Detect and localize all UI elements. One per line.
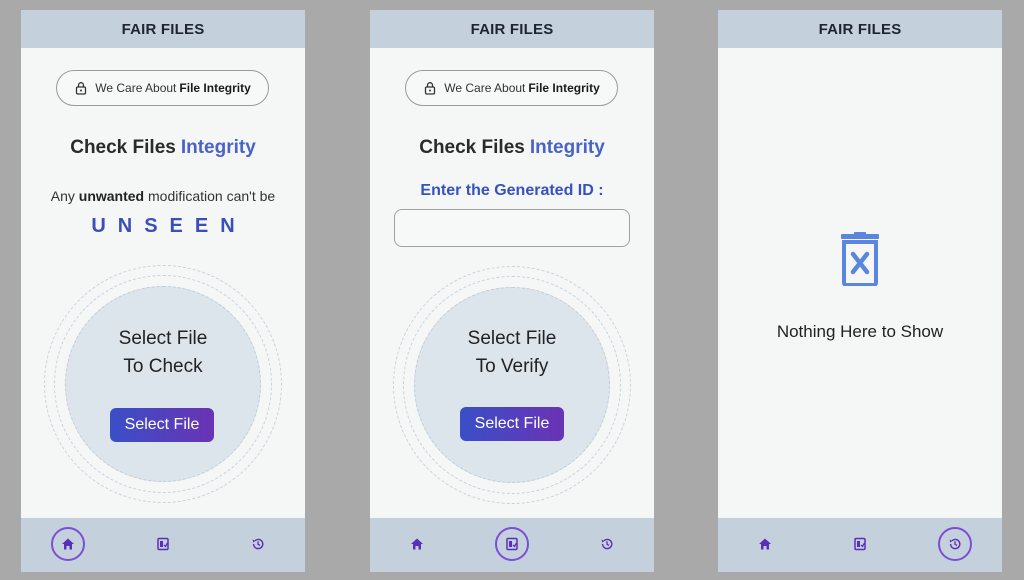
- bottom-nav: [370, 518, 654, 572]
- page-title: Check Files Integrity: [21, 137, 305, 159]
- app-bar: FAIR FILES: [718, 10, 1002, 48]
- home-icon: [62, 538, 74, 550]
- circle-title-line1: Select File: [467, 328, 557, 349]
- unseen-text: UNSEEN: [91, 215, 247, 237]
- page-title-accent: Integrity: [180, 137, 256, 158]
- nav-verify[interactable]: [146, 527, 180, 561]
- check-screen: FAIR FILES We Care About File Integrity …: [21, 10, 305, 572]
- history-icon: [601, 538, 613, 550]
- history-icon: [949, 538, 961, 550]
- nav-verify[interactable]: [495, 527, 529, 561]
- badge-bold: File Integrity: [528, 81, 600, 95]
- modification-text: Any unwanted modification can't be: [21, 188, 305, 204]
- lock-icon: [425, 82, 436, 95]
- nav-history[interactable]: [938, 527, 972, 561]
- page-title-main: Check Files: [419, 137, 525, 158]
- integrity-badge: We Care About File Integrity: [56, 70, 269, 106]
- nav-history[interactable]: [590, 527, 624, 561]
- home-icon: [759, 538, 771, 550]
- history-icon: [252, 538, 264, 550]
- file-check-icon: [506, 537, 518, 551]
- page-title-accent: Integrity: [529, 137, 605, 158]
- verify-screen: FAIR FILES We Care About File Integrity …: [370, 10, 654, 572]
- app-bar: FAIR FILES: [21, 10, 305, 48]
- circle-title-line2: To Verify: [475, 356, 549, 377]
- nav-home[interactable]: [51, 527, 85, 561]
- app-title: FAIR FILES: [121, 20, 205, 38]
- bottom-nav: [21, 518, 305, 572]
- home-icon: [411, 538, 423, 550]
- generated-id-input[interactable]: [394, 209, 630, 247]
- lock-icon: [76, 82, 87, 95]
- modification-suffix: modification can't be: [148, 188, 276, 204]
- app-title: FAIR FILES: [818, 20, 902, 38]
- select-file-button[interactable]: Select File: [110, 408, 214, 442]
- app-bar: FAIR FILES: [370, 10, 654, 48]
- history-screen: FAIR FILES Nothing Here to Show: [718, 10, 1002, 572]
- select-file-button[interactable]: Select File: [460, 407, 564, 441]
- nav-verify[interactable]: [843, 527, 877, 561]
- app-title: FAIR FILES: [470, 20, 554, 38]
- file-check-icon: [854, 537, 866, 551]
- nav-home[interactable]: [400, 527, 434, 561]
- select-file-drop-zone[interactable]: Select File To Verify Select File: [414, 287, 610, 483]
- page-title-main: Check Files: [70, 137, 176, 158]
- bottom-nav: [718, 518, 1002, 572]
- circle-title-line2: To Check: [123, 356, 203, 377]
- circle-title-line1: Select File: [118, 328, 208, 349]
- page-title: Check Files Integrity: [370, 137, 654, 159]
- file-check-icon: [157, 537, 169, 551]
- generated-id-label: Enter the Generated ID :: [420, 182, 604, 199]
- modification-prefix: Any: [50, 188, 75, 204]
- modification-bold: unwanted: [78, 188, 145, 204]
- badge-prefix: We Care About: [444, 81, 526, 95]
- integrity-badge: We Care About File Integrity: [405, 70, 618, 106]
- nav-home[interactable]: [748, 527, 782, 561]
- nav-history[interactable]: [241, 527, 275, 561]
- empty-state-text: Nothing Here to Show: [776, 322, 944, 341]
- badge-prefix: We Care About: [95, 81, 177, 95]
- trash-x-icon: [841, 232, 879, 286]
- select-file-drop-zone[interactable]: Select File To Check Select File: [65, 286, 261, 482]
- badge-bold: File Integrity: [179, 81, 251, 95]
